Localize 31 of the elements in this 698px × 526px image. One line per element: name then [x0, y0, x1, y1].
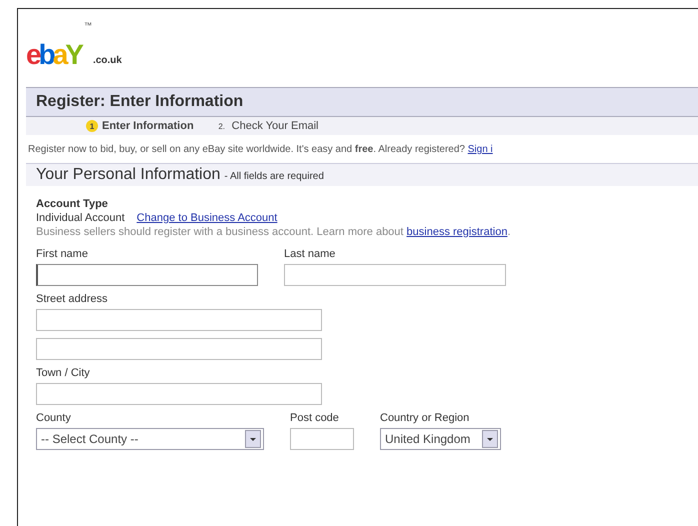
field-label: Account Type — [36, 198, 109, 210]
page-title: Register: Enter Information — [26, 87, 698, 117]
field-label: First name — [36, 248, 89, 261]
caret-icon — [245, 430, 261, 448]
sign-in-link[interactable]: Sign i — [468, 144, 493, 155]
text-field[interactable] — [36, 338, 322, 360]
text-field[interactable] — [36, 309, 322, 331]
hint-text: Business sellers should register with a business account. Learn more about — [36, 226, 404, 238]
change-account-link[interactable]: Change to Business Account — [136, 212, 278, 224]
dropdown[interactable]: United Kingdom — [380, 428, 501, 450]
caret-icon — [482, 430, 498, 448]
section-title: Your Personal Information — [36, 166, 220, 184]
field-label: Last name — [284, 248, 336, 261]
text-field[interactable] — [284, 264, 506, 286]
business-registration-link[interactable]: business registration — [406, 226, 508, 238]
field-label: Street address — [36, 293, 109, 306]
section-note: - All fields are required — [224, 171, 324, 182]
field-label: County — [36, 412, 72, 425]
progress-step: 1 Enter Information — [86, 120, 194, 132]
account-type-value: Individual Account — [36, 212, 125, 224]
field-label: Post code — [290, 412, 340, 425]
text-field[interactable] — [36, 264, 258, 286]
intro-text: Register now to bid, buy, or sell on any eBay site worldwide. It's easy and free. Already registered? — [28, 144, 465, 155]
dropdown[interactable]: -- Select County -- — [36, 428, 264, 450]
text-field[interactable] — [36, 383, 322, 405]
text-field[interactable] — [290, 428, 354, 450]
progress-step: 2. Check Your Email — [216, 120, 318, 132]
field-label: Country or Region — [380, 412, 470, 425]
hint-text: . — [507, 226, 510, 238]
site-logo[interactable]: ebaY ™ .co.uk — [26, 9, 136, 69]
field-label: Town / City — [36, 367, 91, 380]
